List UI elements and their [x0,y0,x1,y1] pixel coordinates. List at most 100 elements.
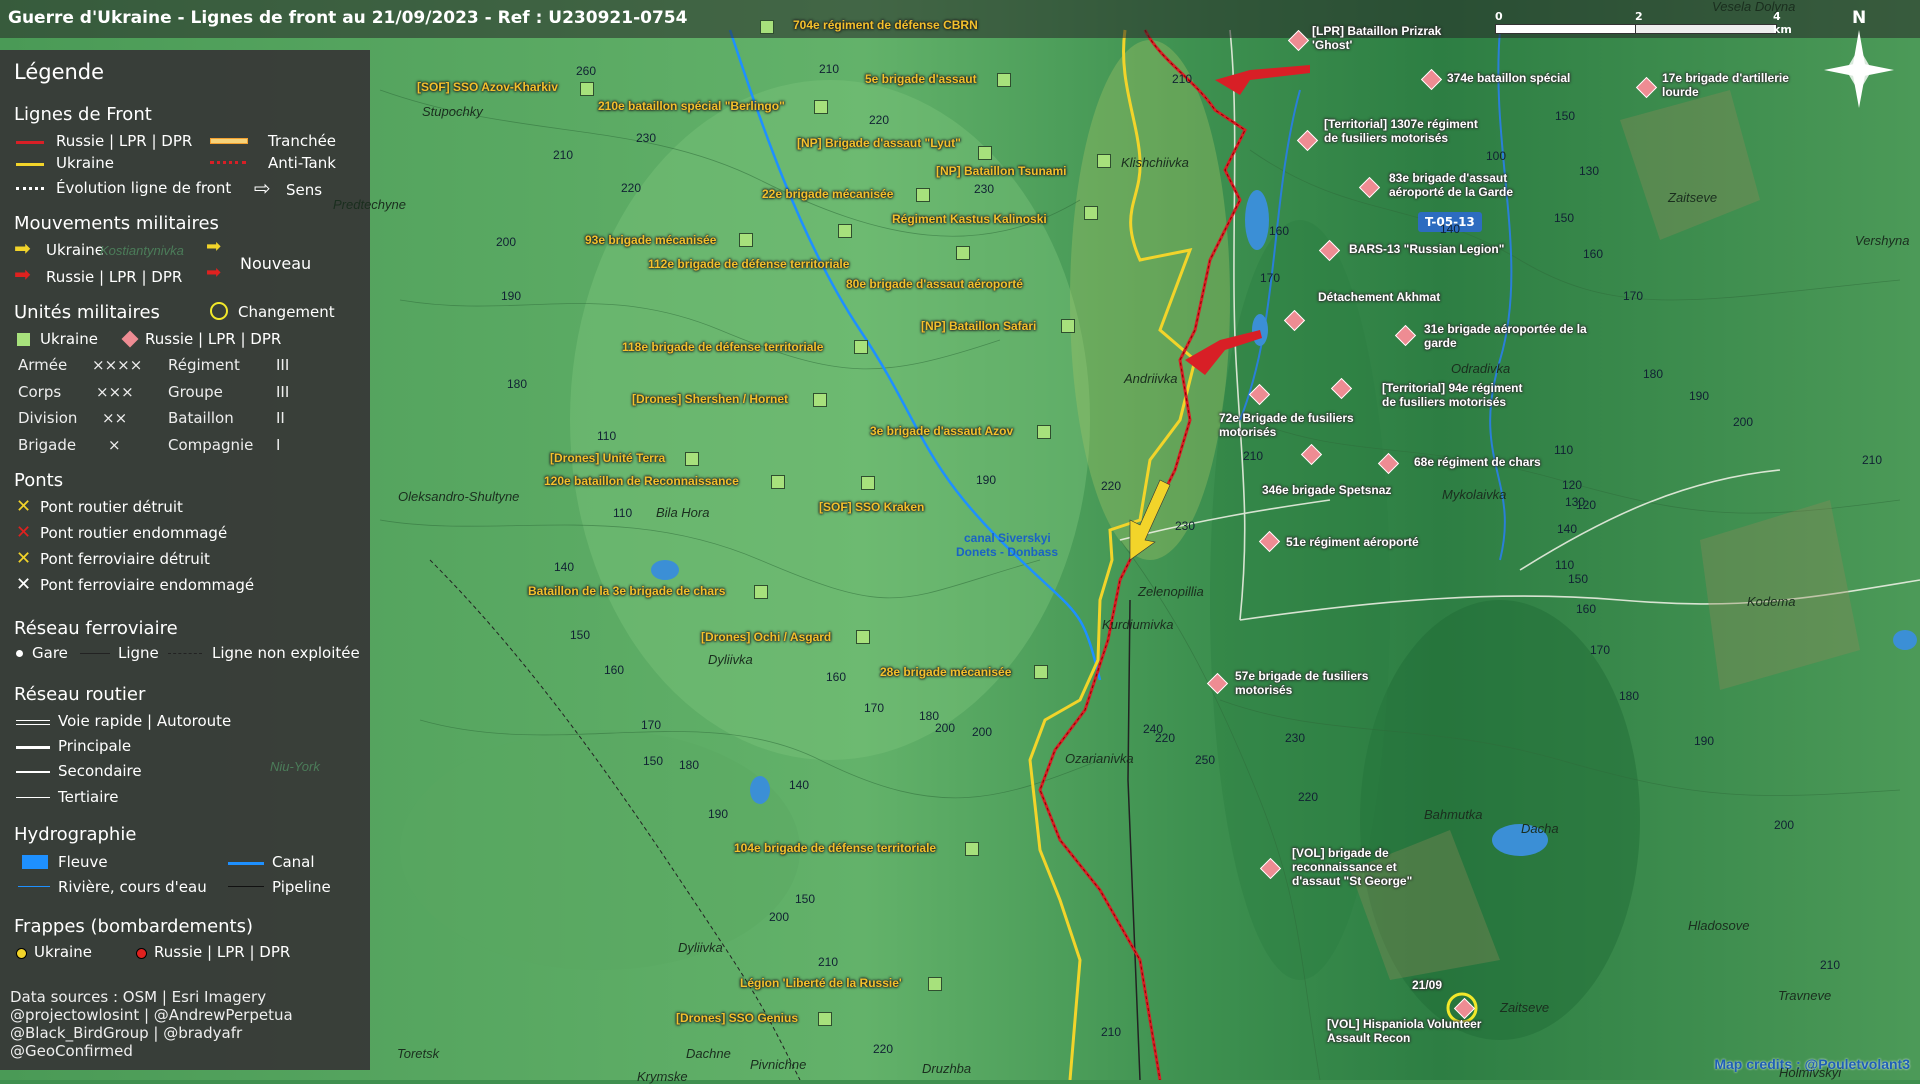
ukraine-unit-marker[interactable] [754,585,768,599]
ukraine-unit-label[interactable]: 210e bataillon spécial "Berlingo" [598,99,785,113]
russia-unit-label[interactable]: [VOL] Hispaniola Volunteer Assault Recon [1327,1017,1497,1045]
ukraine-unit-label[interactable]: Bataillon de la 3e brigade de chars [528,584,725,598]
road-item-3: Secondaire [58,762,142,780]
russia-unit-label[interactable]: 31e brigade aéroportée de la garde [1424,322,1599,350]
ukraine-unit-label[interactable]: 93e brigade mécanisée [585,233,716,247]
ukraine-unit-label[interactable]: [NP] Bataillon Safari [921,319,1036,333]
ukraine-unit-label[interactable]: 704e régiment de défense CBRN [793,18,978,32]
ukraine-unit-marker[interactable] [685,452,699,466]
ukraine-unit-marker[interactable] [997,73,1011,87]
ukraine-unit-marker[interactable] [1034,665,1048,679]
ukraine-unit-label[interactable]: [NP] Bataillon Tsunami [936,164,1066,178]
ukraine-unit-marker[interactable] [771,475,785,489]
ukraine-unit-label[interactable]: [SOF] SSO Azov-Kharkiv [417,80,558,94]
ukraine-unit-label[interactable]: 120e bataillon de Reconnaissance [544,474,739,488]
russia-unit-label[interactable]: 72e Brigade de fusiliers motorisés [1219,411,1379,439]
ukraine-unit-label[interactable]: 28e brigade mécanisée [880,665,1011,679]
elevation-label: 120 [1576,498,1597,512]
ukraine-unit-marker[interactable] [1097,154,1111,168]
elevation-label: 170 [1623,289,1644,303]
river-big-swatch [22,855,48,869]
elevation-label: 130 [1579,164,1600,178]
russia-unit-label[interactable]: [Territorial] 1307e régiment de fusilier… [1324,117,1489,145]
ukraine-unit-label[interactable]: [Drones] Unité Terra [550,451,665,465]
ukraine-unit-marker[interactable] [838,224,852,238]
legend-front-heading: Lignes de Front [14,104,152,125]
ukraine-unit-label[interactable]: [Drones] SSO Genius [676,1011,798,1025]
elevation-label: 210 [1172,72,1193,86]
elevation-label: 170 [641,718,662,732]
elevation-label: 150 [643,754,664,768]
elevation-label: 190 [1689,389,1710,403]
ukraine-unit-marker[interactable] [1084,206,1098,220]
elevation-label: 200 [1774,818,1795,832]
russia-unit-label[interactable]: [Territorial] 94e régiment de fusiliers … [1382,381,1527,409]
russia-unit-label[interactable]: 346e brigade Spetsnaz [1262,483,1452,497]
russia-unit-label[interactable]: 57e brigade de fusiliers motorisés [1235,669,1395,697]
canal-label: canal Siverskyi [964,531,1051,545]
ukraine-unit-label[interactable]: Régiment Kastus Kalinoski [892,212,1047,226]
elevation-label: 220 [873,1042,894,1056]
legend-strikes-heading: Frappes (bombardements) [14,916,254,937]
ukraine-unit-marker[interactable] [854,340,868,354]
russia-unit-label[interactable]: 83e brigade d'assaut aéroporté de la Gar… [1389,171,1539,199]
legend-front-russia: Russie | LPR | DPR [56,132,193,150]
ukraine-unit-marker[interactable] [760,20,774,34]
russia-unit-label[interactable]: [LPR] Bataillon Prizrak 'Ghost' [1312,24,1462,52]
ukraine-unit-label[interactable]: [SOF] SSO Kraken [819,500,924,514]
ukraine-unit-label[interactable]: 104e brigade de défense territoriale [734,841,936,855]
ukraine-unit-marker[interactable] [928,977,942,991]
russia-unit-label[interactable]: BARS-13 "Russian Legion" [1349,242,1569,256]
ukraine-unit-marker[interactable] [856,630,870,644]
legend-front-antitank: Anti-Tank [268,154,336,172]
russia-unit-label[interactable]: 17e brigade d'artillerie lourde [1662,71,1802,99]
elevation-label: 210 [1862,453,1883,467]
ukraine-unit-label[interactable]: 3e brigade d'assaut Azov [870,424,1013,438]
russia-unit-label[interactable]: 68e régiment de chars [1414,455,1604,469]
place-label: Pivnichne [750,1057,807,1072]
ukraine-unit-label[interactable]: 80e brigade d'assaut aéroporté [846,277,1023,291]
ukraine-unit-label[interactable]: 22e brigade mécanisée [762,187,893,201]
ukraine-unit-label[interactable]: [Drones] Ochi / Asgard [701,630,831,644]
ukraine-unit-label[interactable]: [NP] Brigade d'assaut "Lyut" [797,136,961,150]
ukraine-unit-marker[interactable] [1037,425,1051,439]
ukraine-unit-marker[interactable] [916,188,930,202]
elevation-label: 200 [935,721,956,735]
elevation-label: 230 [636,131,657,145]
ukraine-unit-marker[interactable] [580,82,594,96]
place-label: Zelenopillia [1138,584,1204,599]
ukraine-unit-label[interactable]: 112e brigade de défense territoriale [648,257,849,271]
ukraine-unit-label[interactable]: 118e brigade de défense territoriale [622,340,823,354]
ukraine-unit-marker[interactable] [814,100,828,114]
russia-unit-label[interactable]: 374e bataillon spécial [1447,71,1647,85]
rail-bridge-destroyed-icon: ✕ [16,548,32,569]
bridge-item-1: Pont routier détruit [40,498,183,516]
ukraine-unit-marker[interactable] [813,393,827,407]
ukraine-unit-marker[interactable] [739,233,753,247]
elevation-label: 190 [501,289,522,303]
place-label: Zaitseve [1500,1000,1550,1015]
ukraine-unit-marker[interactable] [1061,319,1075,333]
elevation-label: 160 [1576,602,1597,616]
ukraine-unit-label[interactable]: [Drones] Shershen / Hornet [632,392,788,406]
ukraine-unit-marker[interactable] [965,842,979,856]
russia-unit-label[interactable]: [VOL] brigade de reconnaissance et d'ass… [1292,846,1442,888]
elevation-label: 100 [1486,149,1507,163]
russia-unit-label[interactable]: 51e régiment aéroporté [1286,535,1486,549]
unit-row-army-symbol: ×××× [92,356,143,374]
ukraine-unit-label[interactable]: Légion 'Liberté de la Russie' [740,976,902,990]
place-label: Dacha [1521,821,1559,836]
ukraine-unit-marker[interactable] [818,1012,832,1026]
evolution-swatch [16,187,44,190]
russia-line-swatch [16,141,44,144]
elevation-label: 170 [1260,271,1281,285]
ukraine-unit-marker[interactable] [956,246,970,260]
russia-unit-label[interactable]: Détachement Akhmat [1318,290,1498,304]
place-label: Kurdiumivka [1102,617,1174,632]
elevation-label: 230 [1175,519,1196,533]
ukraine-unit-marker[interactable] [861,476,875,490]
source-line-3: @Black_BirdGroup | @bradyafr [10,1024,243,1042]
ukraine-unit-marker[interactable] [978,146,992,160]
elevation-label: 150 [1568,572,1589,586]
ukraine-unit-label[interactable]: 5e brigade d'assaut [865,72,977,86]
